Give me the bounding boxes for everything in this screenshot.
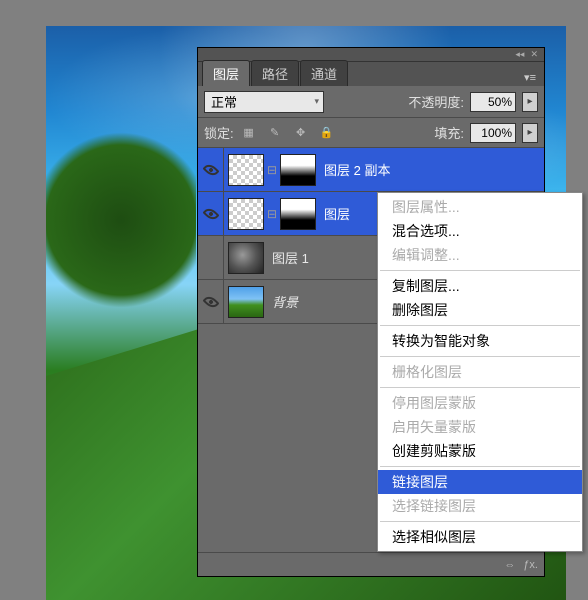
ctx-blending-options[interactable]: 混合选项... xyxy=(378,219,582,243)
ctx-layer-properties[interactable]: 图层属性... xyxy=(378,195,582,219)
layer-thumbnail[interactable] xyxy=(228,154,264,186)
panel-tabs: 图层 路径 通道 ▾≡ xyxy=(198,62,544,86)
ctx-separator xyxy=(380,356,580,357)
opacity-flyout-icon[interactable]: ▸ xyxy=(522,92,538,112)
layer-thumbnail[interactable] xyxy=(228,198,264,230)
lock-icons: ▦ ✎ ✥ 🔒 xyxy=(240,125,336,141)
panel-menu-icon[interactable]: ▾≡ xyxy=(516,69,544,86)
ctx-select-linked-layers[interactable]: 选择链接图层 xyxy=(378,494,582,518)
context-menu: 图层属性... 混合选项... 编辑调整... 复制图层... 删除图层 转换为… xyxy=(377,192,583,552)
tab-layers[interactable]: 图层 xyxy=(202,60,250,86)
lock-transparency-icon[interactable]: ▦ xyxy=(240,125,258,141)
link-layers-icon[interactable]: ⇔ xyxy=(504,559,515,571)
ctx-separator xyxy=(380,521,580,522)
lock-all-icon[interactable]: 🔒 xyxy=(318,125,336,141)
visibility-toggle[interactable] xyxy=(198,236,224,279)
opacity-input[interactable]: 50% xyxy=(470,92,516,112)
layer-mask-thumbnail[interactable] xyxy=(280,154,316,186)
ctx-rasterize-layer[interactable]: 栅格化图层 xyxy=(378,360,582,384)
fill-input[interactable]: 100% xyxy=(470,123,516,143)
layer-mask-thumbnail[interactable] xyxy=(280,198,316,230)
ctx-select-similar-layers[interactable]: 选择相似图层 xyxy=(378,525,582,549)
ctx-edit-adjustment[interactable]: 编辑调整... xyxy=(378,243,582,267)
ctx-convert-smart-object[interactable]: 转换为智能对象 xyxy=(378,329,582,353)
panel-footer: ⇔ ƒx. xyxy=(198,552,544,576)
fx-icon[interactable]: ƒx. xyxy=(523,559,538,571)
panel-titlebar: ◂◂ ✕ xyxy=(198,48,544,62)
eye-icon[interactable] xyxy=(202,205,219,222)
opacity-label: 不透明度: xyxy=(408,92,464,111)
fill-label: 填充: xyxy=(434,123,464,142)
collapse-icon[interactable]: ◂◂ xyxy=(515,49,524,60)
ctx-separator xyxy=(380,466,580,467)
tab-channels[interactable]: 通道 xyxy=(300,60,348,86)
lock-label: 锁定: xyxy=(204,123,234,142)
blend-mode-select[interactable]: 正常 xyxy=(204,91,324,113)
ctx-separator xyxy=(380,270,580,271)
layer-name[interactable]: 图层 2 副本 xyxy=(318,160,544,179)
ctx-create-clipping-mask[interactable]: 创建剪贴蒙版 xyxy=(378,439,582,463)
layer-thumbnail[interactable] xyxy=(228,242,264,274)
ctx-disable-layer-mask[interactable]: 停用图层蒙版 xyxy=(378,391,582,415)
mask-link-icon[interactable]: ⊟ xyxy=(266,163,278,177)
eye-icon[interactable] xyxy=(202,293,219,310)
ctx-enable-vector-mask[interactable]: 启用矢量蒙版 xyxy=(378,415,582,439)
ctx-separator xyxy=(380,325,580,326)
eye-icon[interactable] xyxy=(202,161,219,178)
ctx-delete-layer[interactable]: 删除图层 xyxy=(378,298,582,322)
layer-thumbnail[interactable] xyxy=(228,286,264,318)
tab-paths[interactable]: 路径 xyxy=(251,60,299,86)
ctx-duplicate-layer[interactable]: 复制图层... xyxy=(378,274,582,298)
fill-flyout-icon[interactable]: ▸ xyxy=(522,123,538,143)
mask-link-icon[interactable]: ⊟ xyxy=(266,207,278,221)
layer-row[interactable]: ⊟ 图层 2 副本 xyxy=(198,148,544,192)
ctx-link-layers[interactable]: 链接图层 xyxy=(378,470,582,494)
tree-area xyxy=(46,120,196,320)
close-icon[interactable]: ✕ xyxy=(530,49,538,60)
lock-position-icon[interactable]: ✥ xyxy=(292,125,310,141)
ctx-separator xyxy=(380,387,580,388)
lock-pixels-icon[interactable]: ✎ xyxy=(266,125,284,141)
